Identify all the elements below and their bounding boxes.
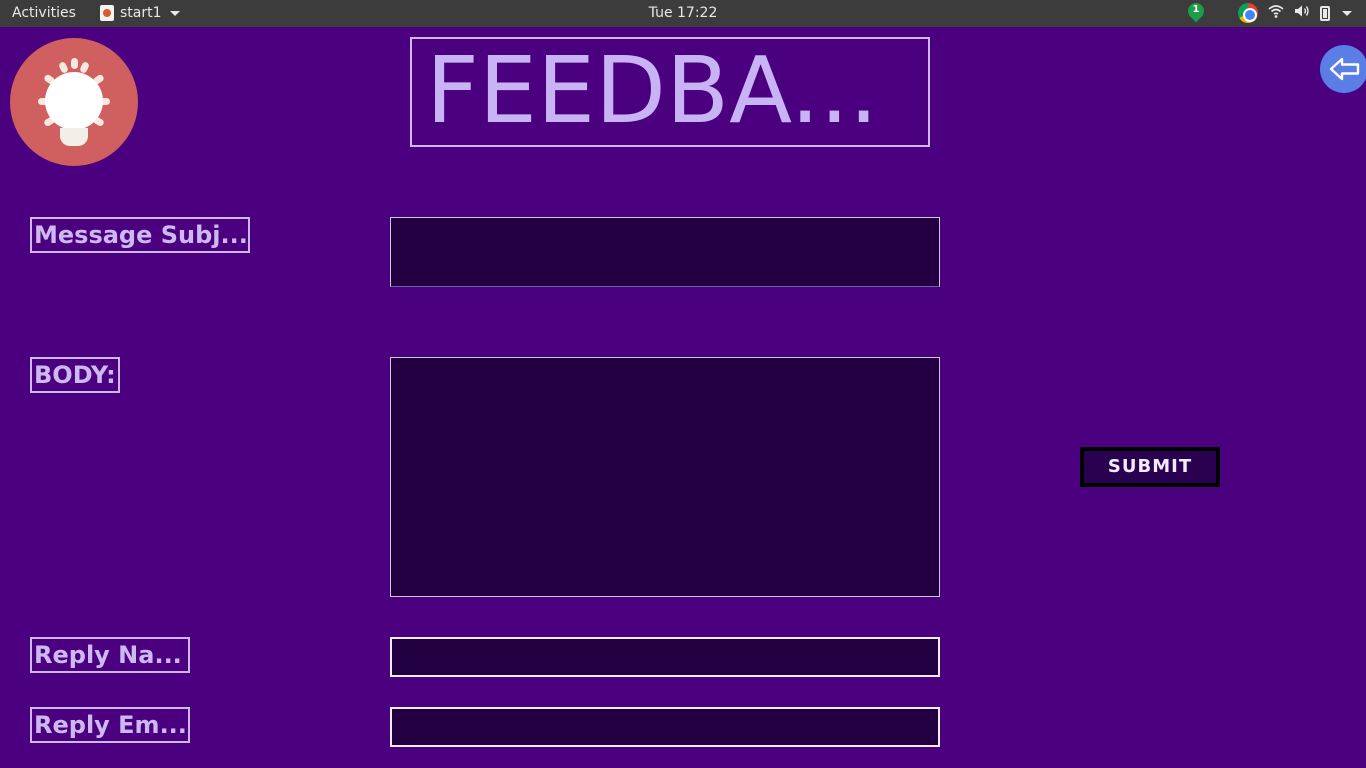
java-app-icon: [100, 5, 114, 21]
back-arrow-icon: [1329, 57, 1360, 81]
back-button[interactable]: [1320, 45, 1366, 93]
app-menu-label: start1: [120, 5, 162, 21]
reply-name-input[interactable]: [390, 637, 940, 677]
activities-button[interactable]: Activities: [12, 5, 76, 21]
notification-count: 1: [1192, 4, 1200, 15]
system-top-bar: Activities start1 Tue 17:22 1: [0, 0, 1366, 27]
battery-icon: [1320, 5, 1330, 21]
reply-email-input[interactable]: [390, 707, 940, 747]
clock[interactable]: Tue 17:22: [649, 5, 718, 21]
lightbulb-icon: [10, 38, 138, 166]
chrome-icon[interactable]: [1238, 3, 1258, 23]
system-tray[interactable]: 1: [1188, 3, 1352, 23]
wifi-icon: [1268, 4, 1284, 22]
app-menu[interactable]: start1: [100, 5, 180, 21]
subject-label: Message Subj...: [30, 217, 250, 253]
notification-badge-icon[interactable]: 1: [1188, 3, 1204, 23]
body-textarea[interactable]: [390, 357, 940, 597]
volume-icon: [1294, 4, 1310, 22]
reply-email-label: Reply Em...: [30, 707, 190, 743]
page-title: FEEDBA...: [410, 37, 930, 147]
body-label: BODY:: [30, 357, 120, 393]
submit-button[interactable]: SUBMIT: [1080, 447, 1220, 487]
subject-input[interactable]: [390, 217, 940, 287]
system-menu-chevron-icon[interactable]: [1342, 10, 1352, 16]
chevron-down-icon: [169, 10, 180, 16]
reply-name-label: Reply Na...: [30, 637, 190, 673]
